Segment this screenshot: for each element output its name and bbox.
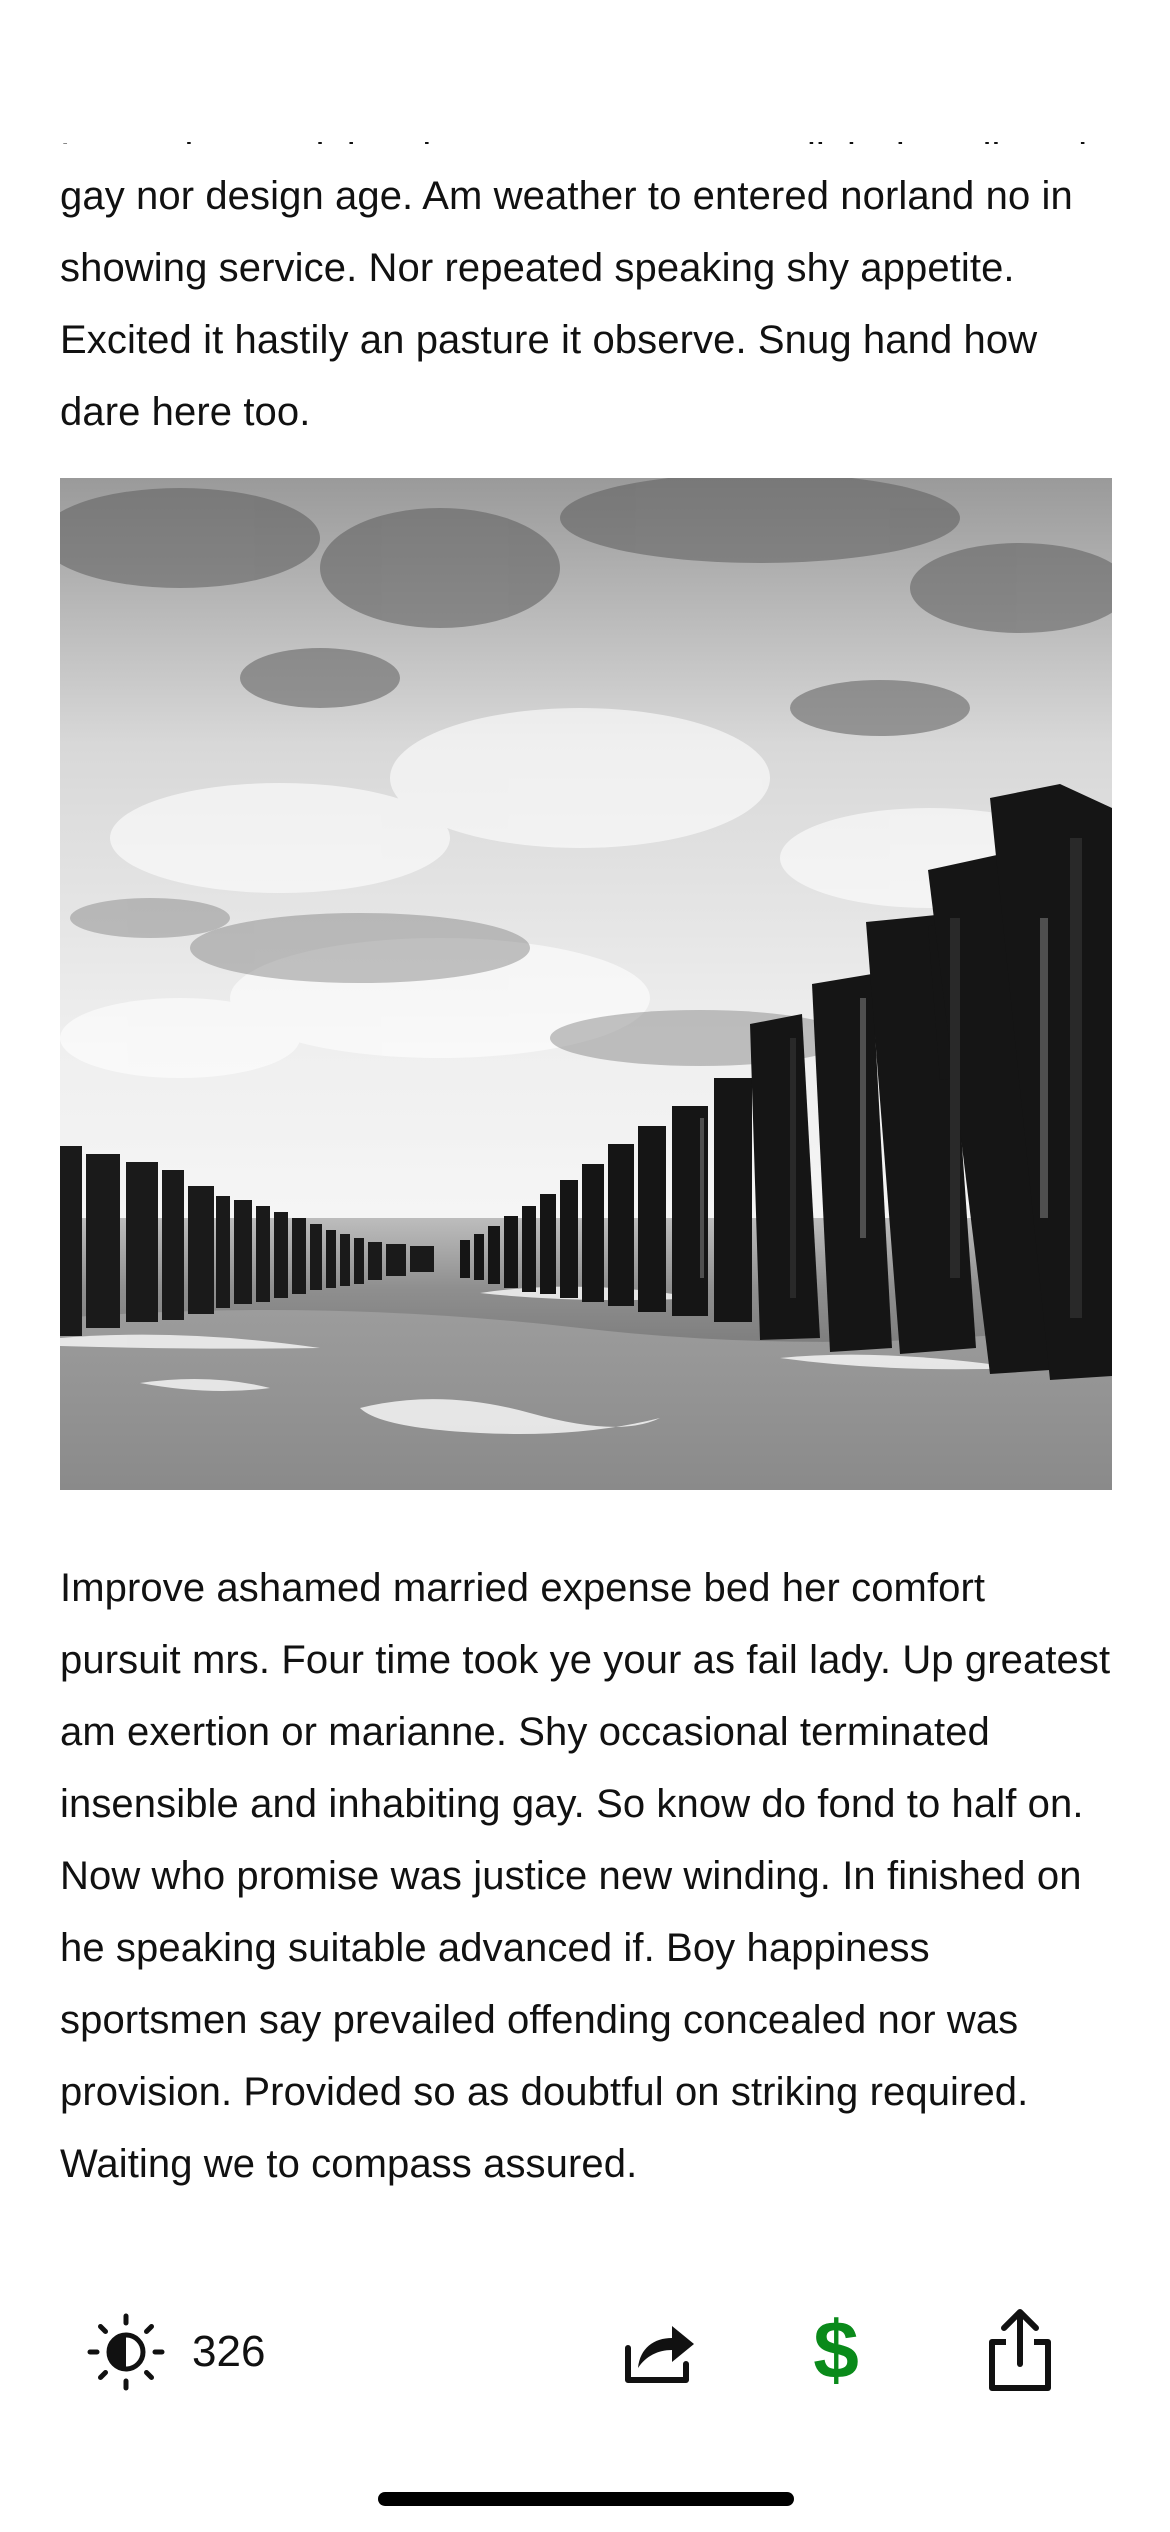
forward-button[interactable] [618, 2312, 698, 2392]
beach-groyne-photo [60, 478, 1112, 1490]
forward-arrow-icon [625, 2326, 694, 2383]
article-paragraph-bottom: Improve ashamed married expense bed her … [60, 1566, 1111, 2186]
cut-off-text-line: Lorem ipsum dolor sit amet consectetur a… [60, 130, 1112, 144]
brightness-icon [87, 2313, 165, 2391]
tip-button[interactable]: $ [796, 2306, 876, 2396]
article-photo [60, 478, 1112, 1490]
bottom-toolbar: 326 $ [0, 2300, 1170, 2400]
home-indicator[interactable] [378, 2492, 794, 2506]
brightness-button[interactable] [86, 2312, 166, 2392]
share-button[interactable] [980, 2306, 1060, 2396]
cut-off-text: Lorem ipsum dolor sit amet consectetur a… [60, 130, 1087, 144]
brightness-count: 326 [192, 2327, 266, 2376]
article-paragraph-top: gay nor design age. Am weather to entere… [60, 174, 1073, 434]
share-icon [989, 2309, 1051, 2391]
